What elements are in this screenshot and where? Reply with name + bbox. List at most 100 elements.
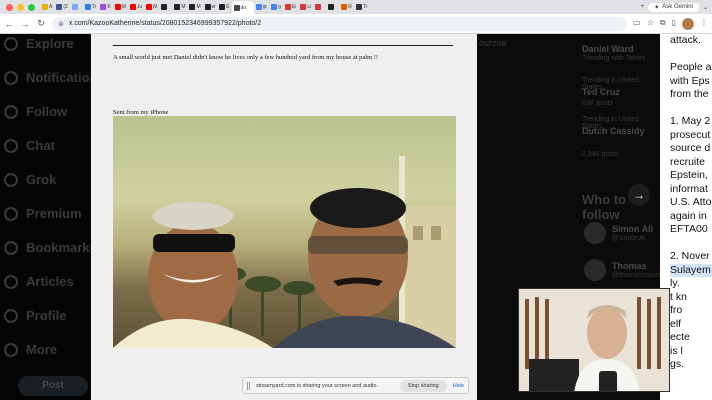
maximize-window-button[interactable] bbox=[28, 3, 35, 11]
extensions-icon[interactable]: ⧉ bbox=[660, 18, 666, 30]
tab-label: Tr bbox=[91, 4, 97, 10]
browser-tab[interactable] bbox=[70, 1, 83, 13]
browser-tab[interactable] bbox=[159, 1, 172, 13]
tab-favicon-icon bbox=[56, 4, 63, 10]
trend-title[interactable]: Ted Cruz bbox=[582, 87, 620, 97]
nav-bookmarks[interactable]: Bookmarks bbox=[4, 240, 97, 255]
rail-name[interactable]: Daniel Ward bbox=[582, 44, 634, 54]
article-line bbox=[670, 102, 712, 116]
browser-tab[interactable]: K bbox=[98, 1, 112, 13]
follow-icon bbox=[4, 104, 18, 119]
rail-link[interactable]: ourzoe bbox=[479, 38, 507, 48]
tab-label: K bbox=[107, 4, 111, 10]
address-bar[interactable]: ⊜ x.com/KazooKatherine/status/2080152346… bbox=[52, 16, 628, 31]
toolbar-icons: ▭ ☆ ⧉ ▯ ⋮ bbox=[633, 17, 708, 30]
browser-tab[interactable]: Li bbox=[298, 1, 313, 13]
browser-tab[interactable]: gr bbox=[254, 1, 269, 13]
browser-tab[interactable]: M bbox=[172, 1, 187, 13]
avatar[interactable] bbox=[584, 222, 606, 244]
tab-strip-actions: + ✦ Ask Gemini ⌄ bbox=[641, 2, 712, 12]
cast-icon[interactable]: ▭ bbox=[633, 18, 641, 30]
nav-premium[interactable]: Premium bbox=[4, 206, 82, 221]
avatar[interactable] bbox=[584, 259, 606, 281]
browser-tab[interactable] bbox=[313, 1, 326, 13]
nav-chat[interactable]: Chat bbox=[4, 138, 55, 153]
menu-kebab-icon[interactable]: ⋮ bbox=[700, 18, 708, 30]
nav-grok[interactable]: Grok bbox=[4, 172, 56, 187]
article-line: fro bbox=[670, 304, 683, 316]
article-line: U.S. Atto bbox=[670, 196, 712, 208]
tab-label: gr bbox=[262, 4, 268, 10]
back-arrow-icon[interactable]: ← bbox=[4, 19, 14, 29]
browser-tab[interactable]: E bbox=[217, 1, 231, 13]
browser-tab[interactable]: w bbox=[203, 1, 218, 13]
nav-follow[interactable]: Follow bbox=[4, 104, 67, 119]
article-line: recruite bbox=[670, 155, 706, 168]
nav-profile[interactable]: Profile bbox=[4, 308, 66, 323]
nav-label: Follow bbox=[26, 104, 68, 119]
tab-search-icon[interactable]: ⌄ bbox=[703, 4, 708, 11]
tab-label: Ti bbox=[362, 4, 367, 10]
browser-tab[interactable]: Ei bbox=[283, 1, 298, 13]
tab-list: A (2 Tr K M Ju M M Mw Edo gr g Ei Li R Ti bbox=[40, 0, 641, 14]
new-tab-icon[interactable]: + bbox=[641, 4, 645, 10]
nav-articles[interactable]: Articles bbox=[4, 274, 74, 289]
browser-tab[interactable] bbox=[326, 1, 339, 13]
tab-favicon-icon bbox=[219, 4, 226, 10]
browser-tab[interactable]: Ti bbox=[354, 1, 369, 13]
follow-handle: @thomasmassie bbox=[612, 272, 665, 279]
sidebar-icon[interactable]: ▯ bbox=[672, 18, 676, 30]
tab-label: M bbox=[121, 4, 126, 10]
tab-label: A bbox=[49, 4, 53, 10]
browser-tab[interactable]: Tr bbox=[83, 1, 99, 13]
nav-notifications[interactable]: Notifications bbox=[4, 70, 105, 85]
email-signature: Sent from my iPhone bbox=[113, 109, 169, 116]
browser-tab[interactable]: (2 bbox=[54, 1, 69, 13]
bookmark-star-icon[interactable]: ☆ bbox=[647, 18, 654, 30]
follow-name[interactable]: Thomas bbox=[612, 261, 647, 271]
browser-tab[interactable]: M bbox=[187, 1, 202, 13]
tab-label: do bbox=[240, 5, 247, 11]
nav-more[interactable]: More bbox=[4, 342, 57, 357]
nav-explore[interactable]: Explore bbox=[4, 36, 74, 51]
tab-label: Ju bbox=[136, 4, 143, 10]
hide-button[interactable]: Hide bbox=[453, 383, 464, 389]
next-photo-arrow-icon[interactable]: → bbox=[628, 184, 650, 206]
x-sidebar: Explore Notifications Follow Chat Grok P… bbox=[0, 34, 105, 400]
post-button[interactable]: Post bbox=[18, 376, 88, 396]
tab-favicon-icon bbox=[300, 4, 307, 10]
browser-tab[interactable]: g bbox=[269, 1, 283, 13]
forward-arrow-icon[interactable]: → bbox=[20, 19, 30, 29]
drag-handle-icon[interactable] bbox=[247, 381, 250, 390]
browser-tab[interactable]: A bbox=[40, 1, 54, 13]
browser-tab[interactable]: Ju bbox=[128, 1, 144, 13]
tab-label: R bbox=[348, 4, 352, 10]
tab-favicon-icon bbox=[174, 4, 181, 10]
follow-name[interactable]: Simon Ali bbox=[612, 224, 653, 234]
trend-title[interactable]: Dutch Cassidy bbox=[582, 126, 645, 136]
tab-favicon-icon bbox=[255, 4, 262, 10]
tab-favicon-icon bbox=[233, 5, 240, 11]
browser-tab[interactable]: M bbox=[113, 1, 128, 13]
tab-label: M bbox=[196, 4, 201, 10]
follow-handle: @SimonAl bbox=[612, 235, 646, 242]
tab-favicon-icon bbox=[284, 4, 291, 10]
browser-tab[interactable]: R bbox=[339, 1, 354, 13]
browser-tab[interactable]: M bbox=[144, 1, 159, 13]
close-window-button[interactable] bbox=[6, 3, 13, 11]
browser-tab[interactable]: do bbox=[231, 1, 254, 14]
ask-gemini-button[interactable]: ✦ Ask Gemini bbox=[648, 2, 699, 12]
tab-label: Li bbox=[307, 4, 312, 10]
article-line: t kn bbox=[670, 290, 687, 303]
x-photo-viewer: Explore Notifications Follow Chat Grok P… bbox=[0, 34, 712, 400]
profile-avatar[interactable] bbox=[682, 17, 694, 30]
tab-favicon-icon bbox=[129, 4, 136, 10]
minimize-window-button[interactable] bbox=[17, 3, 24, 11]
webcam-overlay bbox=[518, 288, 670, 392]
stop-sharing-button[interactable]: Stop sharing bbox=[399, 379, 447, 392]
article-line: Sulayem bbox=[670, 263, 712, 277]
site-info-icon[interactable]: ⊜ bbox=[58, 20, 64, 28]
search-icon bbox=[4, 36, 18, 51]
reload-icon[interactable]: ↻ bbox=[36, 18, 46, 29]
article-line: elf bbox=[670, 317, 682, 330]
